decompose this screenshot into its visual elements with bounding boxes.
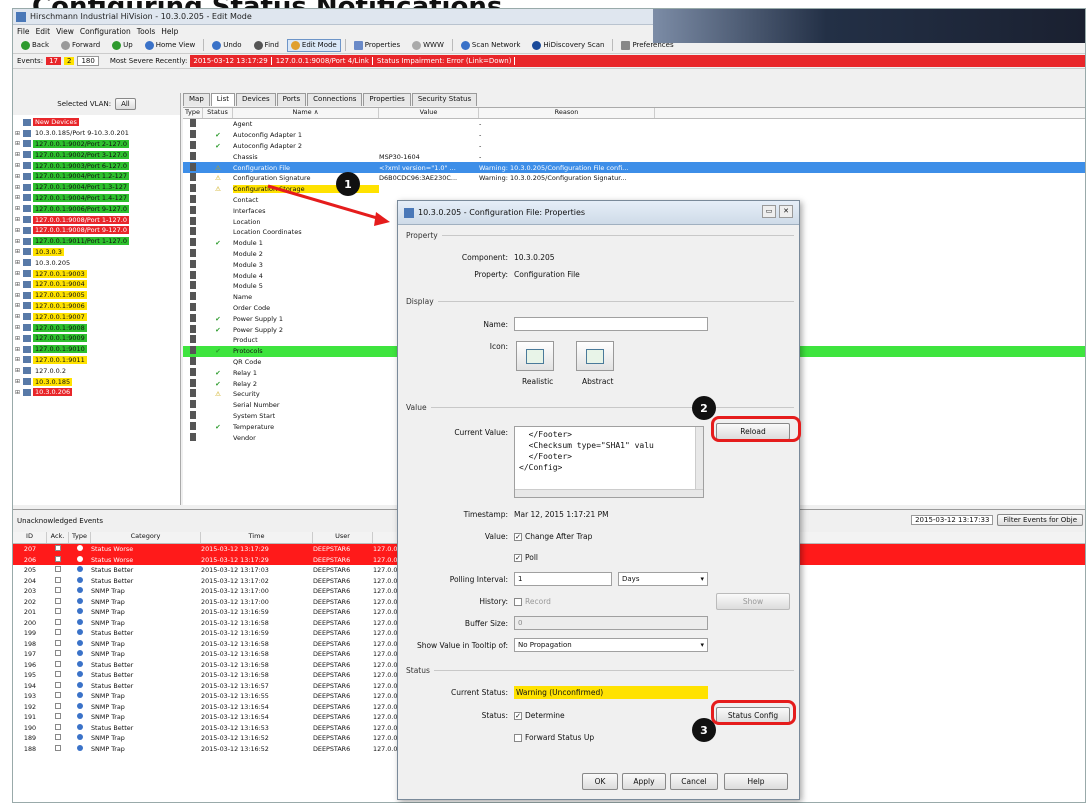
callout-arrow-layer (267, 184, 390, 226)
callout-2: 2 (692, 396, 716, 420)
callout-1: 1 (336, 172, 360, 196)
callout-arrow (267, 184, 385, 222)
status-config-highlight (711, 700, 796, 725)
reload-highlight (711, 416, 801, 442)
callout-arrowhead (374, 212, 390, 226)
